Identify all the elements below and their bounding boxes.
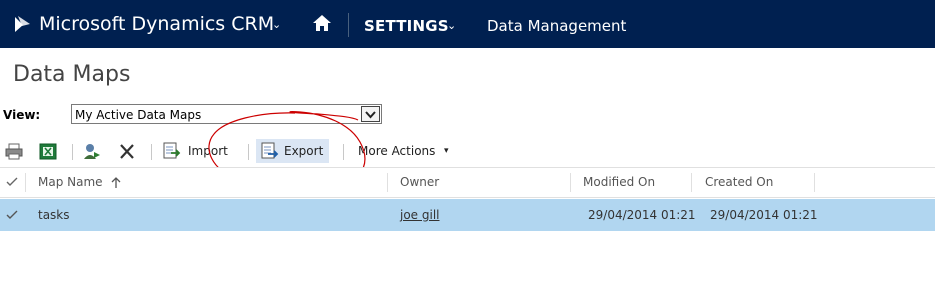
row-checkbox[interactable] (5, 208, 19, 221)
toolbar-separator (151, 144, 152, 160)
column-header-created-on[interactable]: Created On (705, 175, 773, 189)
select-all-checkbox[interactable] (5, 175, 19, 188)
import-label: Import (188, 144, 228, 158)
chevron-down-icon[interactable]: ⌄ (447, 19, 456, 32)
cell-modified-on: 29/04/2014 01:21 (588, 208, 696, 222)
cell-map-name[interactable]: tasks (38, 208, 70, 222)
more-actions-button[interactable]: More Actions ▾ (350, 139, 460, 163)
toolbar-separator (248, 144, 249, 160)
cell-owner-link[interactable]: joe gill (400, 208, 440, 222)
cell-created-on: 29/04/2014 01:21 (710, 208, 818, 222)
home-icon[interactable] (311, 12, 333, 34)
import-icon (163, 142, 181, 159)
top-nav-bar: Microsoft Dynamics CRM ⌄ SETTINGS ⌄ Data… (0, 0, 935, 48)
excel-export-icon[interactable] (38, 142, 58, 161)
view-label: View: (3, 108, 41, 122)
column-separator (25, 173, 26, 192)
export-label: Export (284, 144, 324, 158)
breadcrumb[interactable]: Data Management (487, 17, 626, 35)
app-title[interactable]: Microsoft Dynamics CRM (39, 13, 274, 35)
more-actions-label: More Actions (358, 144, 436, 158)
chevron-down-icon (365, 111, 376, 119)
import-button[interactable]: Import (158, 139, 240, 163)
column-separator (570, 173, 571, 192)
column-separator (387, 173, 388, 192)
print-icon[interactable] (4, 142, 24, 161)
command-bar: Import Export More Actions ▾ (0, 138, 935, 165)
column-separator (691, 173, 692, 192)
view-dropdown-button[interactable] (361, 106, 380, 122)
export-button[interactable]: Export (256, 139, 329, 163)
chevron-down-icon[interactable]: ⌄ (272, 18, 281, 31)
column-separator (814, 173, 815, 192)
dynamics-logo-icon (15, 16, 30, 32)
caret-down-icon: ▾ (444, 146, 449, 156)
nav-divider (348, 13, 349, 37)
page-title: Data Maps (13, 62, 131, 87)
toolbar-separator (72, 144, 73, 160)
column-header-owner[interactable]: Owner (400, 175, 439, 189)
table-row[interactable]: tasks joe gill 29/04/2014 01:21 29/04/20… (0, 199, 935, 231)
settings-menu[interactable]: SETTINGS (364, 17, 449, 35)
delete-icon[interactable] (117, 142, 137, 161)
assign-icon[interactable] (82, 142, 102, 161)
view-select[interactable]: My Active Data Maps (71, 104, 382, 124)
toolbar-separator (343, 144, 344, 160)
export-icon (261, 142, 279, 159)
view-selected-value: My Active Data Maps (75, 108, 202, 122)
sort-ascending-icon[interactable] (110, 176, 122, 189)
grid-header: Map Name Owner Modified On Created On (0, 167, 935, 198)
column-header-map-name[interactable]: Map Name (38, 175, 103, 189)
column-header-modified-on[interactable]: Modified On (583, 175, 655, 189)
